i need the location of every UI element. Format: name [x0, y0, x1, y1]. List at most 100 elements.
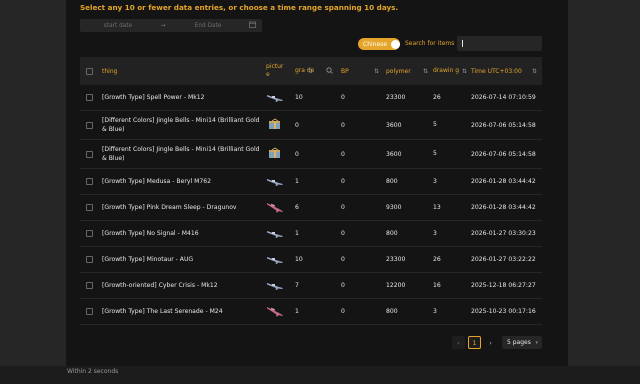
row-checkbox[interactable]	[86, 204, 93, 211]
cell-time: 2026-07-06 05:14:58	[471, 121, 536, 129]
cell-time: 2025-12-18 06:27:27	[471, 282, 536, 289]
rifle-icon	[266, 253, 288, 267]
start-date-input[interactable]: start date	[80, 23, 156, 29]
notice-text: Select any 10 or fewer data entries, or …	[80, 3, 399, 12]
page-size-select[interactable]: 5 pages ▾	[502, 336, 542, 349]
language-toggle-label: Chinese	[363, 40, 387, 48]
items-table: thing pictur e gra de ⇅ BP ⇅ polymer ⇅ d…	[80, 57, 542, 325]
prev-page-button[interactable]: ‹	[452, 336, 465, 349]
row-checkbox[interactable]	[86, 94, 93, 101]
time-sort-icon[interactable]: ⇅	[532, 68, 537, 75]
table-row[interactable]: [Different Colors] Jingle Bells - Mini14…	[80, 140, 542, 169]
cell-bp: 0	[341, 121, 345, 129]
cell-drawing: 13	[433, 203, 441, 211]
column-search-icon[interactable]	[326, 66, 333, 76]
cell-thing: [Growth Type] Spell Power - Mk12	[102, 94, 205, 101]
gift-box-icon	[266, 147, 288, 161]
cell-bp: 0	[341, 204, 345, 211]
cell-bp: 0	[341, 256, 345, 263]
cell-drawing: 3	[433, 307, 437, 315]
select-all-checkbox[interactable]	[86, 67, 93, 75]
cell-polymer: 800	[386, 178, 398, 185]
row-checkbox[interactable]	[86, 121, 93, 129]
header-picture: pictur e	[266, 63, 284, 78]
sniper-icon	[266, 305, 288, 319]
cell-bp: 0	[341, 308, 345, 315]
row-checkbox[interactable]	[86, 282, 93, 289]
cell-grade: 0	[295, 150, 299, 158]
header-polymer[interactable]: polymer	[386, 68, 411, 75]
cell-drawing: 26	[433, 255, 441, 263]
cell-bp: 0	[341, 94, 345, 101]
cell-bp: 0	[341, 150, 345, 158]
cell-time: 2026-01-27 03:30:23	[471, 230, 536, 237]
language-toggle[interactable]: Chinese	[358, 38, 400, 50]
cell-drawing: 3	[433, 229, 437, 237]
table-row[interactable]: [Growth Type] The Last Serenade - M24 1 0 8…	[80, 299, 542, 325]
end-date-input[interactable]: End Date	[170, 23, 246, 29]
search-input[interactable]	[457, 36, 542, 51]
calendar-icon[interactable]	[246, 21, 258, 30]
row-checkbox[interactable]	[86, 178, 93, 185]
right-frame	[568, 0, 640, 366]
date-range-picker[interactable]: start date → End Date	[80, 19, 262, 32]
cell-drawing: 3	[433, 177, 437, 185]
cell-polymer: 9300	[386, 204, 402, 211]
cell-time: 2026-07-14 07:10:59	[471, 94, 536, 101]
table-row[interactable]: [Growth Type] No Signal - M416 1 0 800 3 2026…	[80, 221, 542, 247]
rifle-icon	[266, 91, 288, 105]
cell-polymer: 3600	[386, 150, 402, 158]
rifle-icon	[266, 175, 288, 189]
cell-bp: 0	[341, 178, 345, 185]
cell-polymer: 3600	[386, 121, 402, 129]
rifle-icon	[266, 279, 288, 293]
table-row[interactable]: [Growth Type] Medusa - Beryl M762 1 0 800 3 2…	[80, 169, 542, 195]
sniper-icon	[266, 201, 288, 215]
drawing-sort-icon[interactable]: ⇅	[462, 68, 467, 75]
cell-thing: [Growth Type] Pink Dream Sleep - Draguno…	[102, 204, 237, 211]
cell-grade: 7	[295, 282, 299, 289]
polymer-sort-icon[interactable]: ⇅	[423, 68, 428, 75]
table-row[interactable]: [Different Colors] Jingle Bells - Mini14…	[80, 111, 542, 140]
cell-time: 2025-10-23 00:17:16	[471, 308, 536, 315]
table-row[interactable]: [Growth Type] Spell Power - Mk12 10 0 23300…	[80, 85, 542, 111]
page-1-button[interactable]: 1	[468, 336, 481, 349]
cell-polymer: 23300	[386, 256, 406, 263]
cell-thing: [Different Colors] Jingle Bells - Mini14…	[102, 146, 260, 162]
header-thing[interactable]: thing	[102, 67, 262, 76]
grade-sort-icon[interactable]: ⇅	[308, 68, 313, 75]
cell-polymer: 800	[386, 308, 398, 315]
table-body: [Growth Type] Spell Power - Mk12 1 0 0 23300…	[80, 85, 542, 325]
row-checkbox[interactable]	[86, 230, 93, 237]
table-row[interactable]: [Growth Type] Minotaur - AUG 10 0 23300 26 20…	[80, 247, 542, 273]
cell-grade: 0	[295, 121, 299, 129]
bp-sort-icon[interactable]: ⇅	[374, 68, 379, 75]
row-checkbox[interactable]	[86, 308, 93, 315]
row-checkbox[interactable]	[86, 256, 93, 263]
rifle-icon	[266, 227, 288, 241]
row-checkbox[interactable]	[86, 150, 93, 158]
search-label: Search for items	[405, 40, 455, 47]
cell-time: 2026-01-28 03:44:42	[471, 178, 536, 185]
cell-polymer: 12200	[386, 282, 406, 289]
cell-thing: [Growth Type] Minotaur - AUG	[102, 256, 194, 263]
left-frame	[0, 0, 66, 366]
gift-box-icon	[266, 118, 288, 132]
cell-thing: [Growth Type] The Last Serenade - M24	[102, 308, 223, 315]
cell-time: 2026-01-27 03:22:22	[471, 256, 536, 263]
header-time[interactable]: Time UTC+03:00	[471, 68, 522, 75]
header-drawing[interactable]: drawin g	[433, 67, 459, 75]
cell-grade: 1	[295, 230, 299, 237]
chevron-down-icon: ▾	[535, 339, 538, 346]
cell-grade: 1	[295, 308, 299, 315]
header-bp[interactable]: BP	[341, 68, 349, 75]
cell-bp: 0	[341, 282, 345, 289]
cell-polymer: 23300	[386, 94, 406, 101]
next-page-button[interactable]: ›	[484, 336, 497, 349]
text-caret	[462, 40, 463, 47]
cell-drawing: 16	[433, 281, 441, 289]
cell-grade: 6	[295, 204, 299, 211]
table-header: thing pictur e gra de ⇅ BP ⇅ polymer ⇅ d…	[80, 57, 542, 85]
table-row[interactable]: [Growth Type] Pink Dream Sleep - Draguno…	[80, 195, 542, 221]
table-row[interactable]: [Growth-oriented] Cyber Crisis - Mk12 7 0 1…	[80, 273, 542, 299]
